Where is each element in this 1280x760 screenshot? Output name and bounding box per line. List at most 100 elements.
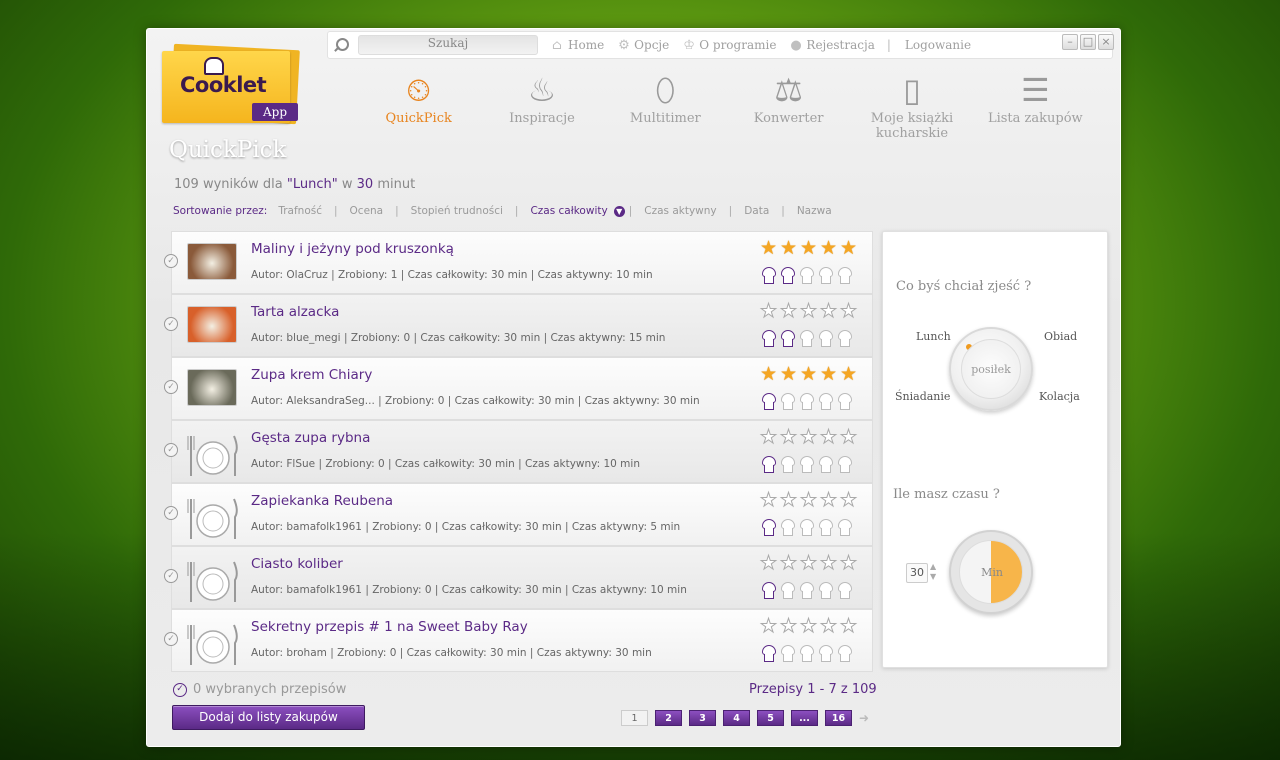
select-check-icon[interactable]: ✓ [164, 632, 178, 646]
nav-label: Moje książki kucharskie [870, 111, 954, 141]
difficulty-hats [761, 330, 853, 348]
plate-placeholder-icon[interactable] [187, 495, 238, 539]
page-button[interactable]: ... [791, 710, 818, 726]
meal-option-obiad[interactable]: Obiad [1044, 330, 1077, 343]
recipe-title[interactable]: Gęsta zupa rybna [251, 430, 370, 446]
maximize-icon[interactable]: □ [1080, 34, 1096, 50]
plate-placeholder-icon[interactable] [187, 621, 238, 665]
rating-stars: ★ ★ ★ ★ ★ [759, 615, 858, 637]
recipe-thumbnail[interactable] [187, 369, 237, 406]
star-icon: ★ [759, 615, 778, 637]
select-check-icon[interactable]: ✓ [164, 569, 178, 583]
nav-cookbooks[interactable]: ▯ Moje książki kucharskie [850, 69, 973, 149]
select-check-icon[interactable]: ✓ [164, 317, 178, 331]
nav-quickpick[interactable]: ⏲ QuickPick [357, 69, 480, 149]
chef-hat-icon [818, 582, 834, 600]
sort-difficulty[interactable]: Stopień trudności [411, 205, 503, 217]
sort-date[interactable]: Data [744, 205, 769, 217]
home-link[interactable]: ⌂ Home [552, 38, 604, 52]
login-link[interactable]: Logowanie [905, 38, 971, 52]
recipe-title[interactable]: Zupa krem Chiary [251, 367, 372, 383]
recipe-meta: Autor: blue_megi | Zrobiony: 0 | Czas ca… [251, 332, 666, 344]
sort-name[interactable]: Nazwa [797, 205, 832, 217]
recipe-row[interactable]: ✓ Tarta alzacka Autor: blue_megi | Zrobion… [164, 294, 873, 357]
nav-inspiracje[interactable]: ♨ Inspiracje [480, 69, 603, 149]
recipe-title[interactable]: Zapiekanka Reubena [251, 493, 393, 509]
select-check-icon[interactable]: ✓ [164, 254, 178, 268]
page-button[interactable]: 3 [689, 710, 716, 726]
close-icon[interactable]: × [1098, 34, 1114, 50]
chef-hat-icon [780, 393, 796, 411]
meal-option-lunch[interactable]: Lunch [916, 330, 951, 343]
star-icon: ★ [779, 363, 798, 385]
recipe-meta: Autor: bamafolk1961 | Zrobiony: 0 | Czas… [251, 521, 681, 533]
add-to-shopping-list-button[interactable]: Dodaj do listy zakupów [172, 705, 365, 730]
chef-hat-icon [761, 393, 777, 411]
time-stepper[interactable]: ▲ ▼ [930, 562, 936, 582]
star-icon: ★ [819, 300, 838, 322]
meal-dial[interactable]: posiłek [949, 327, 1033, 411]
minimize-icon[interactable]: – [1062, 34, 1078, 50]
recipe-title[interactable]: Ciasto koliber [251, 556, 343, 572]
time-input[interactable]: 30 [906, 563, 928, 583]
search-icon[interactable] [334, 36, 352, 54]
chef-hat-icon [780, 330, 796, 348]
rating-stars: ★ ★ ★ ★ ★ [759, 365, 858, 384]
page-button[interactable]: 2 [655, 710, 682, 726]
time-question: Ile masz czasu ? [893, 487, 1000, 502]
sort-divider: | [628, 205, 633, 217]
recipe-row[interactable]: ✓ Gęsta zupa rybna Autor: FlSue | Zrobiony… [164, 420, 873, 483]
meal-option-kolacja[interactable]: Kolacja [1039, 390, 1080, 403]
time-dial[interactable]: Min [949, 530, 1033, 614]
chef-hat-icon [761, 330, 777, 348]
chef-hat-icon [837, 330, 853, 348]
app-window: Szukaj ⌂ Home ⚙ Opcje ♔ O programie ● Re… [146, 28, 1121, 747]
recipe-title[interactable]: Tarta alzacka [251, 304, 339, 320]
recipe-row[interactable]: ✓ Zapiekanka Reubena Autor: bamafolk1961 |… [164, 483, 873, 546]
options-link[interactable]: ⚙ Opcje [618, 38, 669, 52]
star-icon: ★ [779, 552, 798, 574]
register-link[interactable]: ● Rejestracja [790, 38, 874, 52]
star-icon: ★ [759, 363, 778, 385]
nav-multitimer[interactable]: ⬯ Multitimer [604, 69, 727, 149]
check-icon: ✓ [173, 682, 187, 697]
shopping-list-icon: ☰ [1020, 71, 1050, 109]
star-icon: ★ [819, 615, 838, 637]
nav-shopping-list[interactable]: ☰ Lista zakupów [974, 69, 1097, 149]
meal-option-sniadanie[interactable]: Śniadanie [895, 390, 950, 403]
sort-rating[interactable]: Ocena [350, 205, 384, 217]
recipe-thumbnail[interactable] [187, 243, 237, 280]
chef-hat-icon [799, 519, 815, 537]
recipe-title[interactable]: Maliny i jeżyny pod kruszonką [251, 241, 454, 257]
next-page-icon[interactable]: ➜ [859, 711, 873, 725]
chef-hat-icon [799, 456, 815, 474]
recipe-row[interactable]: ✓ Sekretny przepis # 1 na Sweet Baby Ray A… [164, 609, 873, 672]
page-button[interactable]: 1 [621, 710, 648, 726]
sort-total-time[interactable]: Czas całkowity [530, 205, 607, 217]
recipe-thumbnail[interactable] [187, 306, 237, 343]
search-input[interactable]: Szukaj [358, 35, 538, 55]
sort-active-time[interactable]: Czas aktywny [644, 205, 716, 217]
page-button[interactable]: 4 [723, 710, 750, 726]
select-check-icon[interactable]: ✓ [164, 443, 178, 457]
select-check-icon[interactable]: ✓ [164, 506, 178, 520]
recipe-meta: Autor: bamafolk1961 | Zrobiony: 0 | Czas… [251, 584, 687, 596]
chef-hat-icon [799, 330, 815, 348]
recipe-title[interactable]: Sekretny przepis # 1 na Sweet Baby Ray [251, 619, 528, 635]
sort-relevance[interactable]: Trafność [278, 205, 322, 217]
star-icon: ★ [799, 489, 818, 511]
recipe-row[interactable]: ✓ Ciasto koliber Autor: bamafolk1961 | Zro… [164, 546, 873, 609]
sort-direction-icon[interactable]: ▼ [613, 205, 625, 217]
page-button[interactable]: 16 [825, 710, 852, 726]
nav-konwerter[interactable]: ⚖ Konwerter [727, 69, 850, 149]
select-check-icon[interactable]: ✓ [164, 380, 178, 394]
star-icon: ★ [779, 615, 798, 637]
page-button[interactable]: 5 [757, 710, 784, 726]
plate-placeholder-icon[interactable] [187, 558, 238, 602]
about-link[interactable]: ♔ O programie [683, 38, 776, 52]
star-icon: ★ [839, 552, 858, 574]
recipe-row[interactable]: ✓ Maliny i jeżyny pod kruszonką Autor: Ola… [164, 231, 873, 294]
star-icon: ★ [799, 237, 818, 259]
recipe-row[interactable]: ✓ Zupa krem Chiary Autor: AleksandraSeg...… [164, 357, 873, 420]
plate-placeholder-icon[interactable] [187, 432, 238, 476]
